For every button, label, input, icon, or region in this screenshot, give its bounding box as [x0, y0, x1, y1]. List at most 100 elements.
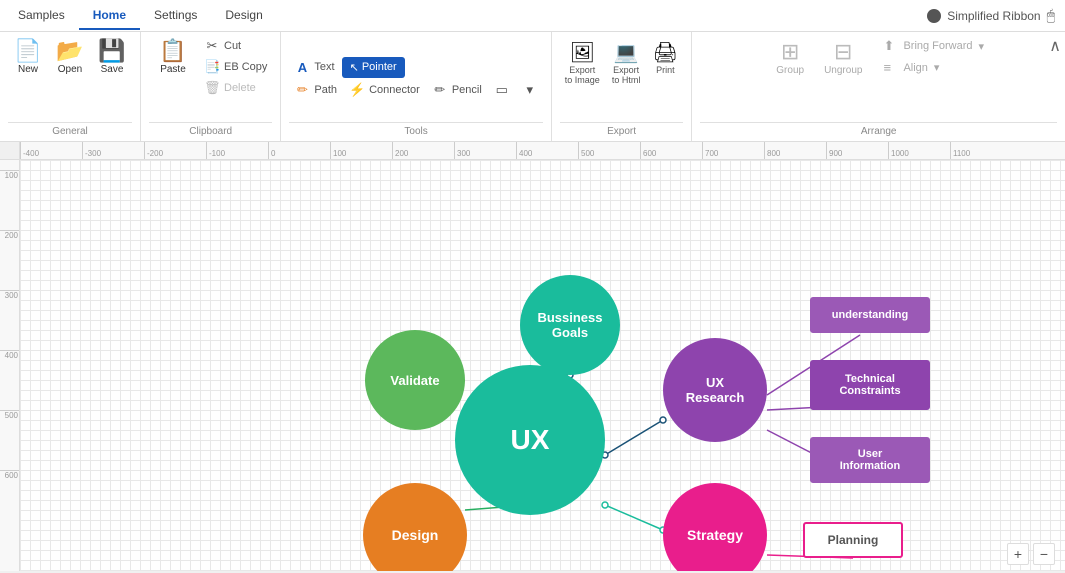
ruler-top-mark: -300 [82, 142, 101, 160]
open-button[interactable]: 📂 Open [50, 36, 90, 79]
bring-forward-icon: ⬆ [883, 38, 899, 54]
cursor-icon: 🖱 [1047, 7, 1055, 24]
pencil-icon: ✏ [432, 82, 448, 98]
zoom-controls: + − [1007, 543, 1055, 565]
arrange-label: Arrange [700, 122, 1057, 137]
ruler-top-mark: 400 [516, 142, 532, 160]
text-label: Text [314, 61, 334, 73]
open-icon: 📂 [56, 40, 83, 62]
save-icon: 💾 [98, 40, 125, 62]
tools-buttons: A Text ↖ Pointer ✏ Path ⚡ Connector [289, 36, 542, 120]
node-strategy[interactable]: Strategy [663, 483, 767, 571]
copy-button[interactable]: 📑 EB Copy [199, 57, 272, 77]
tab-design[interactable]: Design [211, 2, 276, 30]
export-image-button[interactable]: 🖼 Exportto Image [560, 36, 605, 89]
bring-forward-dropdown-icon[interactable]: ▾ [979, 40, 985, 53]
tools-label: Tools [289, 122, 542, 137]
section-tools: A Text ↖ Pointer ✏ Path ⚡ Connector [281, 32, 551, 141]
canvas-body: 100200300400500600 [0, 160, 1065, 571]
cut-button[interactable]: ✂ Cut [199, 36, 272, 56]
ruler-top: -400-300-200-100010020030040050060070080… [0, 142, 1065, 160]
path-label: Path [314, 84, 337, 96]
ribbon-collapse-button[interactable]: ∧ [1049, 36, 1061, 56]
paste-button[interactable]: 📋 Paste [149, 36, 197, 79]
tab-home[interactable]: Home [79, 2, 140, 30]
new-button[interactable]: 📄 New [8, 36, 48, 79]
clipboard-buttons: 📋 Paste ✂ Cut 📑 EB Copy 🗑 Delete [149, 36, 272, 120]
group-ungroup-buttons: ⊞ Group ⊟ Ungroup [768, 36, 870, 79]
export-html-label: Exportto Html [612, 65, 641, 85]
zoom-out-button[interactable]: − [1033, 543, 1055, 565]
pencil-button[interactable]: ✏ Pencil [427, 80, 487, 100]
connector-label: Connector [369, 84, 420, 96]
node-design[interactable]: Design [363, 483, 467, 571]
group-label: Group [776, 65, 804, 76]
clipboard-label: Clipboard [149, 122, 272, 137]
connector-icon: ⚡ [349, 82, 365, 98]
align-button[interactable]: ≡ Align ▾ [878, 58, 989, 77]
pencil-label: Pencil [452, 84, 482, 96]
export-html-icon: 💻 [614, 40, 639, 65]
save-label: Save [101, 64, 124, 75]
ruler-left-mark: 500 [0, 410, 20, 420]
ungroup-icon: ⊟ [834, 39, 852, 65]
simplified-ribbon-toggle[interactable]: Simplified Ribbon 🖱 [927, 7, 1065, 24]
chevron-down-icon: ▾ [522, 82, 538, 98]
export-image-icon: 🖼 [570, 40, 595, 65]
pointer-label: Pointer [362, 61, 397, 73]
clipboard-small-buttons: ✂ Cut 📑 EB Copy 🗑 Delete [199, 36, 272, 98]
bring-forward-button[interactable]: ⬆ Bring Forward ▾ [878, 36, 989, 56]
tab-samples[interactable]: Samples [4, 2, 79, 30]
export-html-button[interactable]: 💻 Exportto Html [607, 36, 646, 89]
ruler-top-mark: 600 [640, 142, 656, 160]
section-export: 🖼 Exportto Image 💻 Exportto Html 🖨 Print… [552, 32, 693, 141]
ungroup-label: Ungroup [824, 65, 862, 76]
section-arrange: ⊞ Group ⊟ Ungroup ⬆ Bring Forward ▾ ≡ Al… [692, 32, 1065, 141]
new-label: New [18, 64, 38, 75]
node-technical-constraints[interactable]: TechnicalConstraints [810, 360, 930, 410]
align-label: Align [903, 62, 927, 74]
paste-icon: 📋 [159, 40, 186, 62]
section-clipboard: 📋 Paste ✂ Cut 📑 EB Copy 🗑 Delete Clipboa… [141, 32, 281, 141]
cut-icon: ✂ [204, 38, 220, 54]
ungroup-button[interactable]: ⊟ Ungroup [816, 36, 870, 79]
connector-button[interactable]: ⚡ Connector [344, 80, 425, 100]
shape-button[interactable]: ▭ [489, 80, 515, 100]
copy-label: EB Copy [224, 61, 267, 73]
node-business-goals[interactable]: BussinessGoals [520, 275, 620, 375]
canvas-area: -400-300-200-100010020030040050060070080… [0, 142, 1065, 571]
node-planning[interactable]: Planning [803, 522, 903, 558]
print-icon: 🖨 [653, 40, 678, 65]
shape-icon: ▭ [494, 82, 510, 98]
group-button[interactable]: ⊞ Group [768, 36, 812, 79]
node-understanding[interactable]: understanding [810, 297, 930, 333]
general-buttons: 📄 New 📂 Open 💾 Save [8, 36, 132, 120]
align-dropdown-icon[interactable]: ▾ [934, 61, 940, 74]
pointer-button[interactable]: ↖ Pointer [342, 57, 405, 78]
tab-settings[interactable]: Settings [140, 2, 211, 30]
path-button[interactable]: ✏ Path [289, 80, 342, 100]
ruler-top-mark: 100 [330, 142, 346, 160]
node-validate[interactable]: Validate [365, 330, 465, 430]
ruler-left-mark: 100 [0, 170, 20, 180]
ruler-top-mark: 1100 [950, 142, 970, 160]
node-ux-research[interactable]: UXResearch [663, 338, 767, 442]
node-user-information[interactable]: UserInformation [810, 437, 930, 483]
arrange-buttons: ⊞ Group ⊟ Ungroup ⬆ Bring Forward ▾ ≡ Al… [768, 36, 989, 120]
ruler-top-mark: -100 [206, 142, 225, 160]
ribbon: 📄 New 📂 Open 💾 Save General 📋 Paste ✂ [0, 32, 1065, 142]
canvas-main[interactable]: UX BussinessGoals Validate UXResearch De… [20, 160, 1065, 571]
align-icon: ≡ [883, 60, 899, 75]
export-image-label: Exportto Image [565, 65, 600, 85]
delete-button[interactable]: 🗑 Delete [199, 78, 272, 98]
text-button[interactable]: A Text [289, 57, 339, 78]
ruler-top-mark: 0 [268, 142, 275, 160]
ruler-top-mark: 700 [702, 142, 718, 160]
more-shapes-button[interactable]: ▾ [517, 80, 543, 100]
node-ux[interactable]: UX [455, 365, 605, 515]
ruler-corner [0, 142, 20, 160]
zoom-in-button[interactable]: + [1007, 543, 1029, 565]
print-button[interactable]: 🖨 Print [647, 36, 683, 79]
ruler-left-mark: 400 [0, 350, 20, 360]
save-button[interactable]: 💾 Save [92, 36, 132, 79]
